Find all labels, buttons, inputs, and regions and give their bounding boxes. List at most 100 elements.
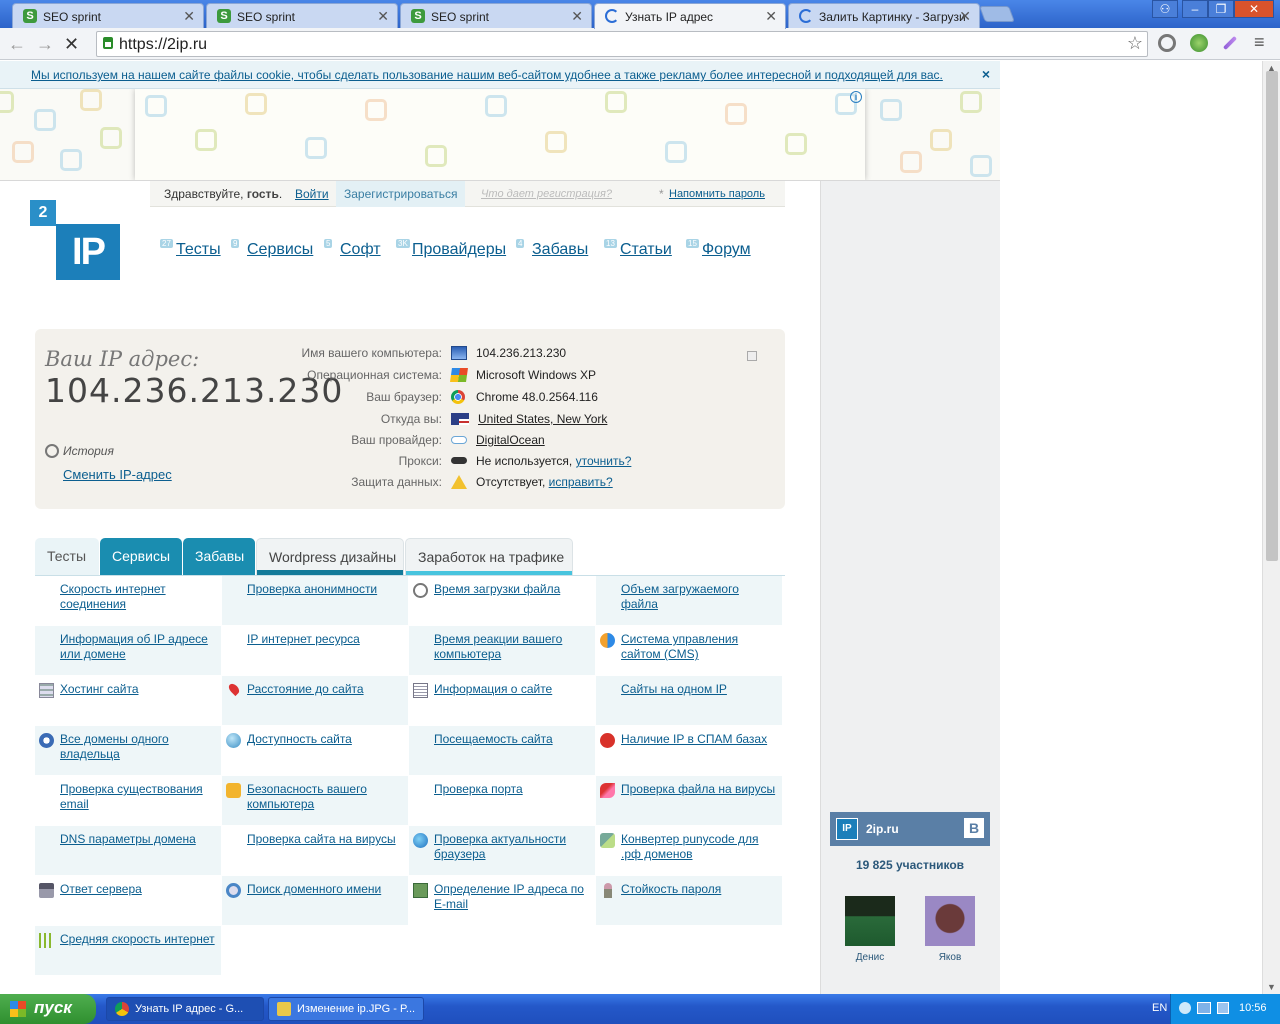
test-link[interactable]: Определение IP адреса по E-mail bbox=[434, 882, 592, 912]
details-checkbox[interactable] bbox=[747, 351, 757, 361]
test-link[interactable]: Скорость интернет соединения bbox=[60, 582, 218, 612]
minimize-icon[interactable]: – bbox=[1182, 0, 1208, 18]
test-link[interactable]: Проверка существования email bbox=[60, 782, 218, 812]
extension-clock-icon[interactable] bbox=[1158, 34, 1176, 52]
nav-tests[interactable]: 27 Тесты bbox=[160, 239, 221, 259]
network-icon[interactable] bbox=[1197, 1002, 1211, 1014]
test-link[interactable]: Все домены одного владельца bbox=[60, 732, 218, 762]
nav-services[interactable]: 9 Сервисы bbox=[231, 239, 313, 259]
test-link[interactable]: DNS параметры домена bbox=[60, 832, 218, 847]
forward-icon[interactable]: → bbox=[36, 34, 54, 55]
tab-tests[interactable]: Тесты bbox=[35, 538, 99, 575]
test-link[interactable]: Безопасность вашего компьютера bbox=[247, 782, 405, 812]
scroll-thumb[interactable] bbox=[1266, 71, 1278, 561]
remind-password-link[interactable]: Напомнить пароль bbox=[669, 188, 765, 200]
nav-forum[interactable]: 15 Форум bbox=[686, 239, 751, 259]
tab-services[interactable]: Сервисы bbox=[100, 538, 182, 575]
test-link[interactable]: Время загрузки файла bbox=[434, 582, 592, 597]
register-button[interactable]: Зарегистрироваться bbox=[336, 181, 466, 207]
test-link[interactable]: Проверка файла на вирусы bbox=[621, 782, 779, 797]
test-link[interactable]: IP интернет ресурса bbox=[247, 632, 405, 647]
tab-fun[interactable]: Забавы bbox=[183, 538, 255, 575]
test-link[interactable]: Проверка порта bbox=[434, 782, 592, 797]
clock[interactable]: 10:56 bbox=[1239, 1002, 1267, 1014]
tray-chevron-icon[interactable] bbox=[1179, 1002, 1191, 1014]
bookmark-star-icon[interactable]: ☆ bbox=[1127, 33, 1143, 54]
test-link[interactable]: Объем загружаемого файла bbox=[621, 582, 779, 612]
cookie-notice-text[interactable]: Мы используем на нашем сайте файлы cooki… bbox=[31, 68, 943, 82]
test-link[interactable]: Посещаемость сайта bbox=[434, 732, 592, 747]
test-link[interactable]: Конвертер punycode для .рф доменов bbox=[621, 832, 779, 862]
what-gives-link[interactable]: Что дает регистрация? bbox=[481, 188, 612, 200]
test-link[interactable]: Время реакции вашего компьютера bbox=[434, 632, 592, 662]
provider-link[interactable]: DigitalOcean bbox=[476, 433, 545, 447]
taskbar-window-paint[interactable]: Изменение ip.JPG - P... bbox=[268, 997, 424, 1021]
vk-member[interactable]: Денис bbox=[845, 896, 895, 963]
tab-title: Залить Картинку - Загрузи bbox=[819, 10, 966, 24]
vk-members-count[interactable]: 19 825 участников bbox=[830, 858, 990, 872]
stop-icon[interactable]: ✕ bbox=[64, 34, 79, 55]
page-scrollbar[interactable]: ▲ ▼ bbox=[1262, 61, 1280, 994]
test-link[interactable]: Информация об IP адресе или домене bbox=[60, 632, 218, 662]
browser-tab[interactable]: S SEO sprint ✕ bbox=[12, 3, 204, 28]
extension-globe-icon[interactable] bbox=[1190, 34, 1208, 52]
close-cookie-icon[interactable]: × bbox=[982, 66, 990, 82]
test-link[interactable]: Информация о сайте bbox=[434, 682, 592, 697]
test-link[interactable]: Проверка анонимности bbox=[247, 582, 405, 597]
volume-icon[interactable] bbox=[1217, 1002, 1229, 1014]
test-link[interactable]: Система управления сайтом (CMS) bbox=[621, 632, 779, 662]
test-link[interactable]: Расстояние до сайта bbox=[247, 682, 405, 697]
profile-icon[interactable]: ⚇ bbox=[1152, 0, 1178, 18]
nav-providers[interactable]: 3K Провайдеры bbox=[396, 239, 506, 259]
tab-wordpress[interactable]: Wordpress дизайны bbox=[256, 538, 404, 575]
menu-icon[interactable]: ≡ bbox=[1254, 32, 1265, 53]
nav-fun[interactable]: 4 Забавы bbox=[516, 239, 588, 259]
new-tab-button[interactable] bbox=[979, 6, 1015, 22]
vk-member[interactable]: Яков bbox=[925, 896, 975, 963]
vk-widget-header[interactable]: IP 2ip.ru B bbox=[830, 812, 990, 846]
site-logo[interactable]: 2 IP bbox=[30, 200, 122, 282]
close-tab-icon[interactable]: ✕ bbox=[571, 8, 583, 25]
test-link[interactable]: Проверка сайта на вирусы bbox=[247, 832, 405, 847]
close-tab-icon[interactable]: ✕ bbox=[765, 8, 777, 25]
test-link[interactable]: Ответ сервера bbox=[60, 882, 218, 897]
close-window-icon[interactable]: ✕ bbox=[1234, 0, 1274, 18]
nav-articles[interactable]: 13 Статьи bbox=[604, 239, 672, 259]
close-tab-icon[interactable]: ✕ bbox=[183, 8, 195, 25]
back-icon[interactable]: ← bbox=[8, 34, 26, 55]
nav-soft[interactable]: 5 Софт bbox=[324, 239, 381, 259]
start-button[interactable]: пуск bbox=[0, 994, 96, 1024]
change-ip-link[interactable]: Сменить IP-адрес bbox=[63, 467, 172, 482]
test-link[interactable]: Сайты на одном IP bbox=[621, 682, 779, 697]
tab-earnings[interactable]: Заработок на трафике bbox=[405, 538, 573, 575]
test-link[interactable]: Наличие IP в СПАМ базах bbox=[621, 732, 779, 747]
close-tab-icon[interactable]: ✕ bbox=[959, 8, 971, 25]
test-link[interactable]: Стойкость пароля bbox=[621, 882, 779, 897]
protection-fix-link[interactable]: исправить? bbox=[549, 475, 613, 489]
taskbar-window-chrome[interactable]: Узнать IP адрес - G... bbox=[106, 997, 264, 1021]
ad-info-icon[interactable]: i bbox=[850, 91, 862, 103]
maximize-icon[interactable]: ❐ bbox=[1208, 0, 1234, 18]
test-link[interactable]: Проверка актуальности браузера bbox=[434, 832, 592, 862]
browser-tab[interactable]: Залить Картинку - Загрузи ✕ bbox=[788, 3, 980, 28]
browser-tab[interactable]: S SEO sprint ✕ bbox=[206, 3, 398, 28]
document-icon bbox=[413, 683, 428, 698]
proxy-clarify-link[interactable]: уточнить? bbox=[576, 454, 632, 468]
browser-tab[interactable]: S SEO sprint ✕ bbox=[400, 3, 592, 28]
test-link[interactable]: Средняя скорость интернет bbox=[60, 932, 218, 947]
location-link[interactable]: United States, New York bbox=[478, 412, 607, 426]
history[interactable]: История bbox=[45, 444, 114, 458]
close-tab-icon[interactable]: ✕ bbox=[377, 8, 389, 25]
clock-icon bbox=[413, 583, 428, 598]
address-bar[interactable]: https://2ip.ru ☆ bbox=[96, 31, 1148, 57]
test-link[interactable]: Поиск доменного имени bbox=[247, 882, 405, 897]
scroll-down-icon[interactable]: ▼ bbox=[1267, 982, 1276, 992]
browser-tab-active[interactable]: Узнать IP адрес ✕ bbox=[594, 3, 786, 29]
test-link[interactable]: Доступность сайта bbox=[247, 732, 405, 747]
language-indicator[interactable]: EN bbox=[1152, 1002, 1167, 1014]
extension-feather-icon[interactable] bbox=[1222, 35, 1238, 51]
ad-banner-inner[interactable] bbox=[135, 89, 865, 180]
test-link[interactable]: Хостинг сайта bbox=[60, 682, 218, 697]
ad-banner[interactable]: i bbox=[0, 89, 1000, 180]
login-link[interactable]: Войти bbox=[295, 187, 329, 201]
